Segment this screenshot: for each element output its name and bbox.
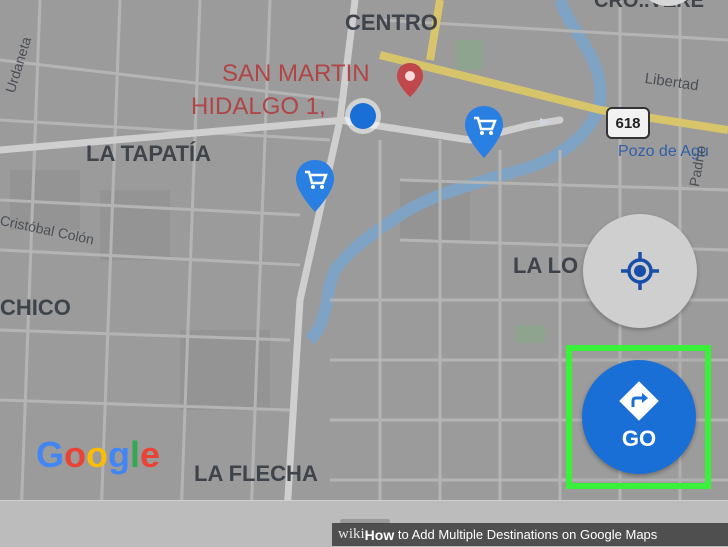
google-logo: Google	[36, 434, 160, 476]
go-button-label: GO	[621, 426, 657, 451]
neighborhood-top-right: CRO..VERE	[594, 0, 705, 12]
directions-icon	[619, 381, 659, 421]
neighborhood-la-flecha: LA FLECHA	[194, 461, 318, 486]
highway-shield: 618	[606, 107, 650, 139]
my-location-button[interactable]	[583, 214, 697, 328]
highway-shield-number: 618	[615, 114, 641, 132]
shopping-cart-pin-icon[interactable]	[465, 106, 503, 162]
wikihow-brand-bold: How	[364, 526, 395, 543]
shopping-cart-pin-icon[interactable]	[296, 160, 334, 216]
caption-text: to Add Multiple Destinations on Google M…	[394, 527, 658, 542]
poi-label-line1: SAN MARTIN	[222, 60, 370, 87]
google-logo-text: Google	[36, 434, 160, 475]
location-dot-core	[350, 103, 376, 129]
neighborhood-la-tapatia: LA TAPATÍA	[86, 141, 212, 166]
neighborhood-centro: CENTRO	[345, 10, 438, 35]
map-pin-icon[interactable]	[397, 63, 423, 111]
neighborhood-la-lo: LA LO	[513, 253, 579, 278]
poi-label-line2: HIDALGO 1,	[191, 93, 326, 120]
caption-bar: wiki How to Add Multiple Destinations on…	[332, 523, 728, 546]
current-location-dot	[345, 98, 381, 134]
neighborhood-chico: CHICO	[0, 295, 71, 320]
wikihow-brand-prefix: wiki	[338, 526, 365, 542]
go-button[interactable]: GO	[582, 360, 696, 474]
crosshair-icon	[621, 252, 659, 290]
